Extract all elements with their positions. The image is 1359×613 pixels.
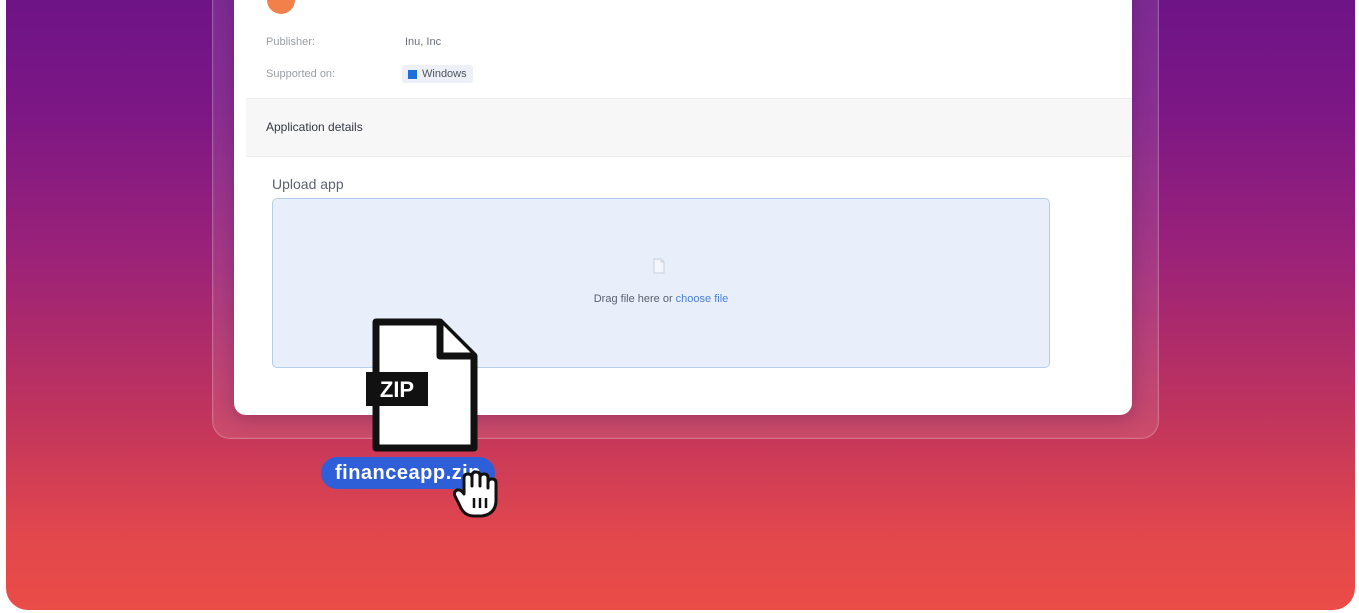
drop-instructions: Drag file here or choose file	[273, 293, 1049, 305]
application-details-header: Application details	[246, 98, 1132, 157]
windows-icon	[408, 69, 417, 79]
drop-text: Drag file here or	[593, 293, 676, 305]
grab-hand-cursor-icon	[452, 470, 498, 518]
upload-app-label: Upload app	[272, 176, 344, 192]
publisher-value: Inu, Inc	[405, 36, 442, 48]
section-title: Application details	[266, 120, 363, 134]
platform-badge: Windows	[402, 65, 473, 83]
choose-file-link[interactable]: choose file	[676, 293, 729, 305]
app-logo	[267, 0, 295, 14]
zip-file-icon[interactable]: ZIP	[366, 318, 482, 456]
zip-type-badge: ZIP	[380, 377, 414, 402]
document-icon	[653, 258, 665, 274]
platform-name: Windows	[422, 68, 467, 80]
background-stage: Publisher: Inu, Inc Supported on: Window…	[6, 0, 1355, 610]
supported-on-label: Supported on:	[266, 68, 336, 80]
publisher-label: Publisher:	[266, 36, 315, 48]
